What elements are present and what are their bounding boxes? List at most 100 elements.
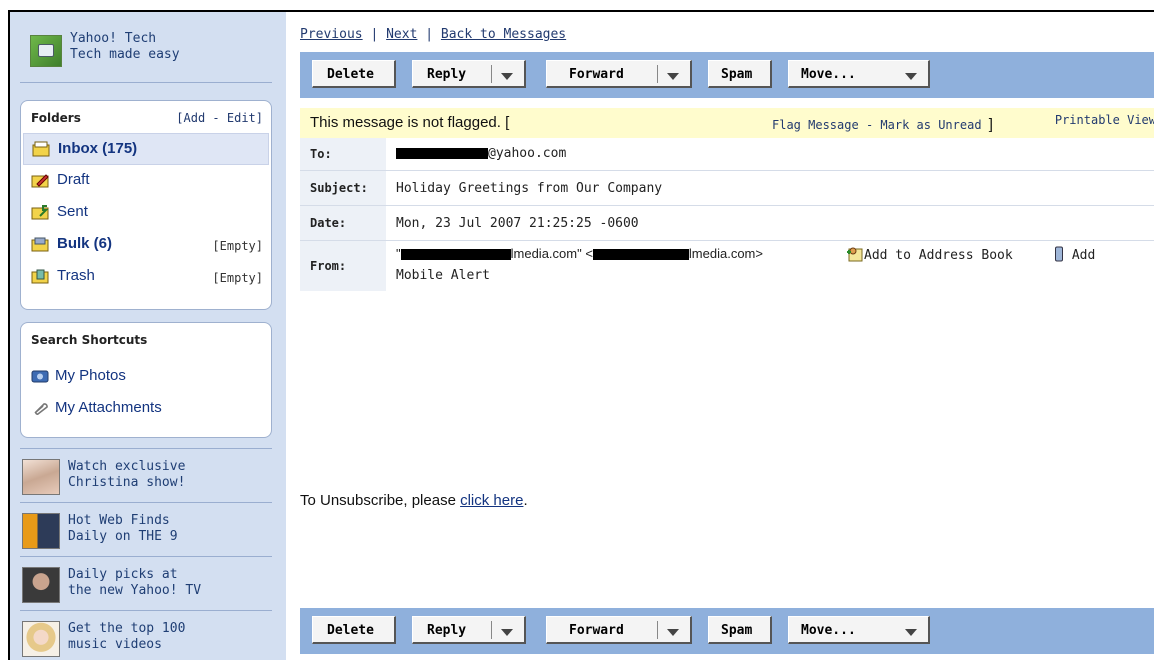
forward-button[interactable]: Forward [546,616,692,644]
button-label: Forward [569,67,624,82]
promo-line2[interactable]: Tech made easy [70,47,180,62]
mobile-alert-link[interactable]: Mobile Alert [396,268,490,283]
shortcut-my-photos[interactable]: My Photos [31,363,267,391]
chevron-down-icon[interactable] [905,73,917,80]
move-button[interactable]: Move... [788,616,930,644]
add-mobile-label: Add [1071,248,1096,263]
flag-status: This message is not flagged. [ [310,114,509,131]
button-divider [491,621,492,639]
promo-line2[interactable]: music videos [68,637,162,652]
delete-button[interactable]: Delete [312,616,396,644]
chevron-down-icon[interactable] [667,73,679,80]
nav-separator: | [425,27,434,42]
empty-bulk-link[interactable]: [Empty] [212,239,263,253]
spam-button[interactable]: Spam [708,60,772,88]
address-book-icon [847,247,863,262]
empty-trash-link[interactable]: [Empty] [212,271,263,285]
from-value: " lmedia.com" < lmedia.com> [396,246,763,261]
search-shortcuts-panel: Search Shortcuts My Photos My Attachment… [20,322,272,438]
to-value: @yahoo.com [396,146,566,161]
flag-links: Flag Message - Mark as Unread ] [772,116,993,133]
chevron-down-icon[interactable] [501,73,513,80]
previous-link[interactable]: Previous [300,27,363,42]
message-nav: Previous | Next | Back to Messages [300,27,566,42]
folder-label: Trash [57,267,95,284]
promo-line2[interactable]: Christina show! [68,475,185,490]
button-label: Reply [427,623,467,638]
redaction-bar [592,249,689,261]
promo-line2[interactable]: the new Yahoo! TV [68,583,201,598]
add-address-label: Add to Address Book [864,248,1013,263]
toolbar-top: Delete Reply Forward Spam Move... [300,52,1154,98]
promo-the9[interactable]: Hot Web Finds Daily on THE 9 [20,502,272,557]
folders-panel: Folders [Add - Edit] Inbox (175) Draft S… [20,100,272,310]
add-edit-folders-link[interactable]: [Add - Edit] [176,111,263,125]
button-label: Delete [327,623,374,638]
header-to-row: To: @yahoo.com [300,138,1154,171]
to-domain: @yahoo.com [488,146,567,161]
add-mobile-alert-link[interactable]: Add [1054,246,1095,263]
back-to-messages-link[interactable]: Back to Messages [441,27,566,42]
flag-bar: This message is not flagged. [ Flag Mess… [300,108,1154,138]
folder-inbox[interactable]: Inbox (175) [23,133,269,165]
message-body: To Unsubscribe, please click here. [300,492,528,509]
shortcut-my-attachments[interactable]: My Attachments [31,395,267,423]
spam-button[interactable]: Spam [708,616,772,644]
draft-icon [31,174,49,188]
to-label-cell: To: [300,138,386,170]
subject-value: Holiday Greetings from Our Company [396,181,663,196]
move-button[interactable]: Move... [788,60,930,88]
from-address-domain: lmedia.com> [688,246,763,261]
chevron-down-icon[interactable] [905,629,917,636]
promo-line1[interactable]: Hot Web Finds [68,513,170,528]
promo-christina[interactable]: Watch exclusive Christina show! [20,448,272,503]
subject-label: Subject: [310,181,368,195]
promo-music-videos[interactable]: Get the top 100 music videos [20,610,272,660]
promo-line1[interactable]: Daily picks at [68,567,178,582]
button-label: Spam [721,67,753,82]
sidebar: Yahoo! Tech Tech made easy Folders [Add … [10,12,286,660]
promo-yahoo-tech[interactable]: Yahoo! Tech Tech made easy [20,22,272,83]
message-view: Previous | Next | Back to Messages Delet… [300,12,1154,660]
chevron-down-icon[interactable] [667,629,679,636]
redaction-bar [396,148,488,159]
promo-yahoo-tv[interactable]: Daily picks at the new Yahoo! TV [20,556,272,611]
button-divider [657,621,658,639]
add-to-address-book-link[interactable]: Add to Address Book [846,246,1013,263]
shortcuts-title: Search Shortcuts [31,333,148,347]
promo-line1[interactable]: Get the top 100 [68,621,185,636]
chevron-down-icon[interactable] [501,629,513,636]
bulk-icon [31,237,49,252]
flag-message-link[interactable]: Flag Message [772,118,859,132]
mark-unread-link[interactable]: Mark as Unread [880,118,981,132]
promo-line1[interactable]: Watch exclusive [68,459,185,474]
unsubscribe-link[interactable]: click here [460,492,523,509]
body-period: . [523,492,528,509]
button-divider [491,65,492,83]
music-videos-thumbnail [22,621,60,657]
mobile-phone-icon [1055,246,1063,262]
folder-draft[interactable]: Draft [23,165,267,195]
from-label: From: [310,259,347,273]
sent-icon [31,205,49,220]
button-label: Move... [801,67,856,82]
christina-thumbnail [22,459,60,495]
folder-trash[interactable]: Trash [Empty] [23,261,267,291]
delete-button[interactable]: Delete [312,60,396,88]
toolbar-bottom: Delete Reply Forward Spam Move... [300,608,1154,654]
bracket-close: ] [988,116,993,133]
camera-icon [30,35,62,67]
promo-line2[interactable]: Daily on THE 9 [68,529,178,544]
folder-label: Draft [57,171,90,188]
promo-line1[interactable]: Yahoo! Tech [70,31,156,46]
reply-button[interactable]: Reply [412,60,526,88]
button-label: Spam [721,623,753,638]
forward-button[interactable]: Forward [546,60,692,88]
reply-button[interactable]: Reply [412,616,526,644]
next-link[interactable]: Next [386,27,417,42]
folder-bulk[interactable]: Bulk (6) [Empty] [23,229,267,259]
unsubscribe-text: To Unsubscribe, please [300,492,461,509]
printable-view-link[interactable]: Printable View [1055,113,1154,127]
inbox-icon [32,141,50,157]
folder-sent[interactable]: Sent [23,197,267,227]
